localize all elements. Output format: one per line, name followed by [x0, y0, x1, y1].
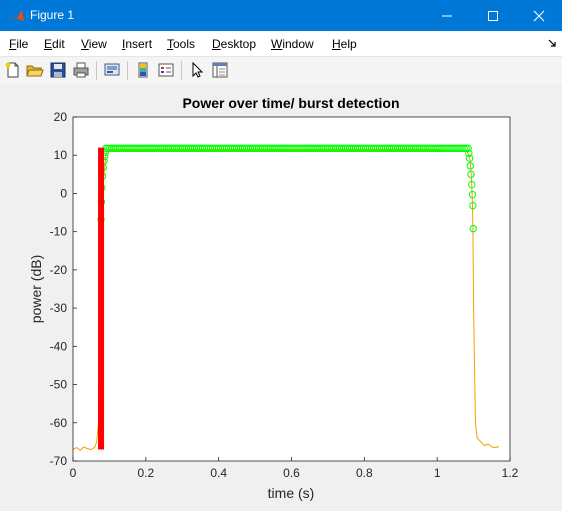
title-bar: Figure 1: [0, 0, 562, 31]
menu-bar: File Edit View Insert Tools Desktop Wind…: [0, 31, 562, 56]
menu-window[interactable]: Window: [271, 37, 314, 51]
y-tick-label: -10: [50, 225, 68, 239]
property-inspector-icon: [212, 62, 228, 78]
y-tick-label: -70: [50, 454, 68, 468]
menu-insert[interactable]: Insert: [122, 37, 152, 51]
dock-arrow-icon[interactable]: [548, 39, 556, 47]
edit-plot-icon: [192, 61, 204, 78]
matlab-icon: [10, 10, 24, 21]
axes-background: [73, 117, 510, 461]
x-axis-label: time (s): [268, 485, 315, 501]
insert-colorbar-icon: [138, 62, 148, 78]
x-tick-label: 0.4: [210, 466, 227, 480]
close-icon: [533, 10, 545, 22]
y-tick-label: -60: [50, 416, 68, 430]
open-file-icon: [26, 65, 44, 77]
x-tick-label: 1.2: [502, 466, 519, 480]
menu-edit[interactable]: Edit: [44, 37, 65, 51]
open-file-button[interactable]: [26, 61, 44, 79]
edit-plot-button[interactable]: [188, 61, 206, 79]
insert-colorbar-button[interactable]: [134, 61, 152, 79]
y-tick-label: -40: [50, 339, 68, 353]
x-tick-label: 0.6: [283, 466, 300, 480]
print-button[interactable]: [72, 61, 90, 79]
y-tick-label: -20: [50, 263, 68, 277]
insert-legend-button[interactable]: [157, 61, 175, 79]
menu-help[interactable]: Help: [332, 37, 357, 51]
maximize-icon: [488, 11, 498, 21]
print-icon: [73, 62, 89, 78]
toolbar-separator: [96, 61, 97, 80]
window-title: Figure 1: [30, 8, 75, 22]
new-figure-icon: [5, 62, 19, 78]
menu-view[interactable]: View: [81, 37, 107, 51]
y-tick-label: 0: [60, 186, 67, 200]
power-chart[interactable]: 0 0.2 0.4 0.6 0.8 1 1.2 20 10 0 -10 -20 -30 -40 -50 -60…: [0, 84, 562, 506]
y-tick-label: -50: [50, 378, 68, 392]
minimize-icon: [442, 15, 452, 17]
menu-desktop[interactable]: Desktop: [212, 37, 256, 51]
link-plot-button[interactable]: [103, 61, 121, 79]
save-icon: [50, 62, 66, 78]
maximize-button[interactable]: [470, 0, 516, 31]
save-button[interactable]: [49, 61, 67, 79]
y-tick-label: 20: [54, 110, 68, 124]
close-button[interactable]: [516, 0, 562, 31]
menu-tools[interactable]: Tools: [167, 37, 195, 51]
y-axis-label: power (dB): [28, 255, 44, 323]
new-figure-button[interactable]: [4, 61, 22, 79]
y-tick-label: -30: [50, 301, 68, 315]
link-plot-icon: [104, 63, 120, 76]
property-inspector-button[interactable]: [211, 61, 229, 79]
toolbar-separator: [181, 61, 182, 80]
chart-title: Power over time/ burst detection: [182, 95, 399, 111]
toolbar: [0, 56, 562, 85]
x-tick-label: 0.2: [137, 466, 154, 480]
minimize-button[interactable]: [424, 0, 470, 31]
y-tick-label: 10: [54, 148, 68, 162]
x-tick-label: 1: [434, 466, 441, 480]
x-tick-label: 0.8: [356, 466, 373, 480]
figure-canvas: 0 0.2 0.4 0.6 0.8 1 1.2 20 10 0 -10 -20 -30 -40 -50 -60…: [0, 84, 562, 506]
insert-legend-icon: [158, 63, 174, 77]
menu-file[interactable]: File: [9, 37, 28, 51]
x-tick-label: 0: [70, 466, 77, 480]
toolbar-separator: [127, 61, 128, 80]
